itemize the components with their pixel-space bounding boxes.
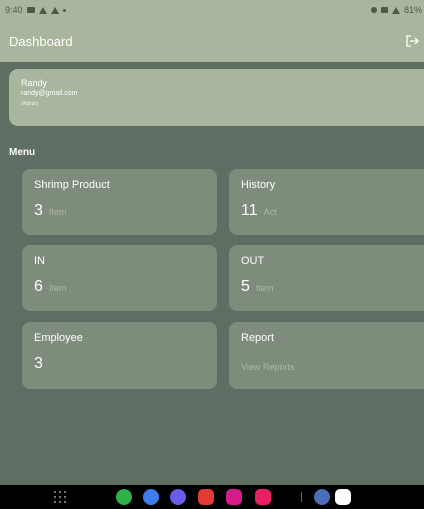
user-role: (Admin) — [21, 101, 39, 107]
settings-icon[interactable] — [314, 489, 330, 505]
screen-recorder-icon[interactable] — [255, 489, 271, 505]
dock-divider — [301, 492, 302, 502]
gmail-icon[interactable] — [335, 489, 351, 505]
user-email: randy@gmail.com — [21, 90, 78, 97]
menu-heading: Menu — [9, 147, 36, 158]
history-card[interactable]: History 11 Act — [229, 169, 424, 235]
card-count: 3 — [34, 202, 43, 219]
profile-card: Randy randy@gmail.com (Admin) — [9, 69, 424, 126]
in-card[interactable]: IN 6 Item — [22, 245, 217, 311]
page-title: Dashboard — [9, 33, 73, 49]
flipboard-icon[interactable] — [198, 489, 214, 505]
flower-icon[interactable] — [226, 489, 242, 505]
gallery-notification-icon — [26, 7, 35, 13]
card-count: 11 — [241, 202, 258, 219]
card-unit: Item — [48, 207, 67, 217]
card-unit: Item — [255, 283, 274, 293]
out-card[interactable]: OUT 5 Item — [229, 245, 424, 311]
card-title: History — [241, 179, 276, 191]
drive-notification-icon — [38, 6, 47, 14]
status-time: 9:40 — [5, 5, 23, 15]
status-bar: 9:40 81% — [0, 0, 424, 20]
phone-icon[interactable] — [116, 489, 132, 505]
more-notifications-icon — [62, 8, 66, 12]
mute-icon — [370, 7, 377, 13]
card-unit: Item — [48, 283, 67, 293]
report-card[interactable]: Report View Reports — [229, 322, 424, 389]
card-title: Report — [241, 332, 275, 344]
card-unit: Act — [263, 207, 277, 217]
battery-level: 81% — [403, 5, 422, 15]
shrimp-product-card[interactable]: Shrimp Product 3 Item — [22, 169, 217, 235]
card-title: OUT — [241, 255, 265, 267]
system-nav-bar — [0, 485, 424, 509]
messages-icon[interactable] — [143, 489, 159, 505]
card-count: 6 — [34, 278, 43, 295]
user-name: Randy — [21, 78, 48, 88]
app-drawer-icon[interactable] — [54, 491, 66, 503]
app-bar: Dashboard — [0, 20, 424, 62]
logout-icon[interactable] — [405, 34, 419, 48]
employee-card[interactable]: Employee 3 — [22, 322, 217, 389]
view-reports-link[interactable]: View Reports — [241, 362, 412, 372]
card-title: Shrimp Product — [34, 179, 110, 191]
card-title: Employee — [34, 332, 83, 344]
browser-icon[interactable] — [170, 489, 186, 505]
card-count: 5 — [241, 278, 250, 295]
alert-notification-icon — [50, 6, 59, 14]
signal-icon — [391, 6, 400, 14]
wifi-icon — [380, 7, 388, 13]
card-count: 3 — [34, 355, 43, 372]
card-title: IN — [34, 255, 45, 267]
